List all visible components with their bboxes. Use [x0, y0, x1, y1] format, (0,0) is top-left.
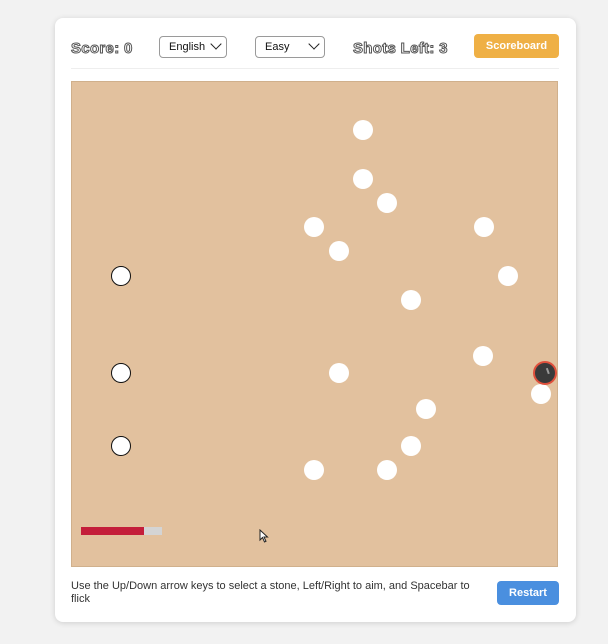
shots-left-display: Shots Left: 3 — [353, 40, 448, 58]
stone — [498, 266, 518, 286]
chevron-down-icon — [308, 38, 320, 50]
stone — [304, 217, 324, 237]
stone — [377, 460, 397, 480]
stone — [329, 363, 349, 383]
scoreboard-button[interactable]: Scoreboard — [474, 34, 559, 58]
selected-stone[interactable] — [533, 361, 557, 385]
stone — [473, 346, 493, 366]
stone — [353, 169, 373, 189]
restart-button[interactable]: Restart — [497, 581, 559, 605]
game-board[interactable] — [71, 81, 558, 567]
language-select[interactable]: English — [159, 36, 227, 58]
difficulty-select[interactable]: Easy — [255, 36, 325, 58]
header-divider — [71, 68, 559, 69]
player-stone[interactable] — [111, 436, 131, 456]
language-selected-value: English — [169, 41, 206, 53]
stone — [531, 384, 551, 404]
power-meter — [81, 527, 162, 535]
stone — [401, 436, 421, 456]
power-meter-fill — [81, 527, 145, 535]
stone — [304, 460, 324, 480]
stone — [353, 120, 373, 140]
top-bar: Score: 0 English Easy Shots Left: 3 Scor… — [71, 34, 559, 64]
chevron-down-icon — [210, 38, 222, 50]
instructions-text: Use the Up/Down arrow keys to select a s… — [71, 580, 470, 605]
mouse-cursor-icon — [259, 529, 269, 543]
stone — [416, 399, 436, 419]
game-card: Score: 0 English Easy Shots Left: 3 Scor… — [55, 18, 576, 622]
score-display: Score: 0 — [71, 40, 133, 58]
stone — [377, 193, 397, 213]
stone — [474, 217, 494, 237]
stone — [329, 241, 349, 261]
player-stone[interactable] — [111, 363, 131, 383]
player-stone[interactable] — [111, 266, 131, 286]
stone — [401, 290, 421, 310]
difficulty-selected-value: Easy — [265, 41, 290, 53]
